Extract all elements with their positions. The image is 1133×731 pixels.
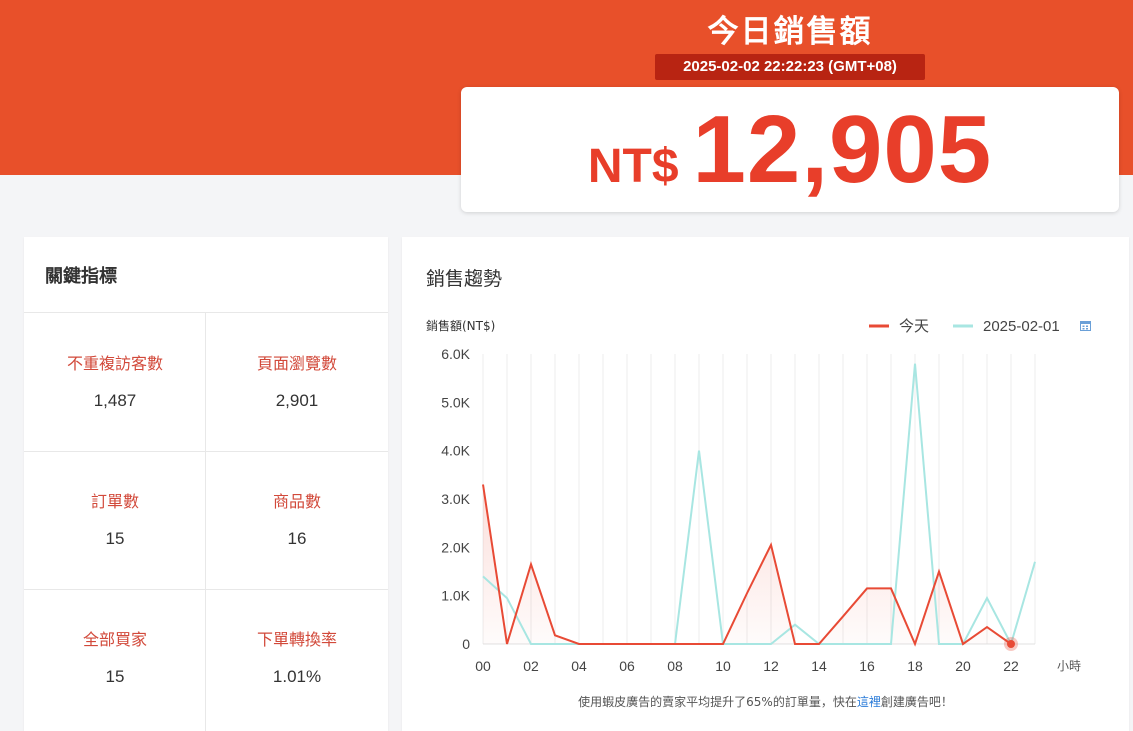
y-axis-title: 銷售額(NT$) bbox=[426, 318, 495, 333]
x-tick-label: 10 bbox=[715, 658, 731, 674]
x-tick-label: 06 bbox=[619, 658, 635, 674]
metric-value: 15 bbox=[105, 667, 125, 686]
ad-note: 使用蝦皮廣告的賣家平均提升了65%的訂單量，快在這裡創建廣告吧！ bbox=[402, 693, 1129, 710]
x-tick-label: 22 bbox=[1003, 658, 1019, 674]
ad-note-text: 使用蝦皮廣告的賣家平均提升了65%的訂單量，快在 bbox=[578, 695, 857, 709]
x-tick-label: 20 bbox=[955, 658, 971, 674]
metric-label: 不重複訪客數 bbox=[66, 354, 163, 373]
current-point-marker bbox=[1007, 640, 1015, 648]
x-tick-label: 12 bbox=[763, 658, 779, 674]
metric-buyers[interactable]: 全部買家 15 bbox=[24, 589, 206, 727]
metrics-title: 關鍵指標 bbox=[45, 266, 117, 287]
x-tick-label: 16 bbox=[859, 658, 875, 674]
metric-value: 1.01% bbox=[272, 667, 322, 686]
calendar-icon[interactable] bbox=[1080, 321, 1091, 331]
x-tick-label: 04 bbox=[571, 658, 587, 674]
x-tick-label: 08 bbox=[667, 658, 683, 674]
legend-label-yesterday: 2025-02-01 bbox=[983, 318, 1060, 335]
x-axis-title: 小時 bbox=[1057, 659, 1081, 673]
metric-value: 16 bbox=[287, 529, 307, 548]
x-tick-label: 14 bbox=[811, 658, 827, 674]
x-tick-label: 18 bbox=[907, 658, 923, 674]
sales-trend-panel: 銷售趨勢 0 1.0K 2.0K 3.0K 4.0K 5.0K 6.0K 00 02 04 06 08… bbox=[402, 237, 1129, 731]
sales-value: 12,905 bbox=[692, 96, 993, 203]
metric-value: 2,901 bbox=[275, 391, 319, 410]
metrics-grid: 不重複訪客數 1,487 頁面瀏覽數 2,901 訂單數 15 商品數 16 全… bbox=[24, 312, 388, 731]
sales-trend-chart: 0 1.0K 2.0K 3.0K 4.0K 5.0K 6.0K 00 02 04 06 08 10 12 1… bbox=[426, 317, 1091, 674]
metric-label: 下單轉換率 bbox=[256, 630, 337, 649]
metric-conversion-rate[interactable]: 下單轉換率 1.01% bbox=[206, 589, 388, 727]
y-tick-label: 2.0K bbox=[441, 539, 470, 555]
create-ad-link[interactable]: 這裡 bbox=[857, 695, 881, 709]
metric-label: 商品數 bbox=[272, 492, 321, 511]
legend-label-today: 今天 bbox=[899, 317, 929, 335]
key-metrics-panel: 關鍵指標 不重複訪客數 1,487 頁面瀏覽數 2,901 訂單數 15 商品數… bbox=[24, 237, 388, 731]
metric-products[interactable]: 商品數 16 bbox=[206, 451, 388, 589]
page-title: 今日銷售額 bbox=[707, 14, 873, 50]
y-tick-label: 3.0K bbox=[441, 491, 470, 507]
sales-currency: NT$ bbox=[587, 140, 679, 193]
y-tick-label: 4.0K bbox=[441, 443, 470, 459]
metric-label: 訂單數 bbox=[90, 492, 139, 511]
x-tick-label: 02 bbox=[523, 658, 539, 674]
x-tick-label: 00 bbox=[475, 658, 491, 674]
y-tick-label: 6.0K bbox=[441, 346, 470, 362]
metric-value: 15 bbox=[105, 529, 125, 548]
metric-unique-visitors[interactable]: 不重複訪客數 1,487 bbox=[24, 313, 206, 451]
metric-orders[interactable]: 訂單數 15 bbox=[24, 451, 206, 589]
metric-label: 全部買家 bbox=[82, 630, 147, 649]
sales-total-card: NT$ 12,905 bbox=[461, 87, 1119, 212]
metric-label: 頁面瀏覽數 bbox=[256, 354, 337, 373]
metric-value: 1,487 bbox=[93, 391, 137, 410]
ad-note-text-end: 創建廣告吧！ bbox=[880, 695, 953, 709]
y-tick-label: 0 bbox=[462, 636, 470, 652]
metric-page-views[interactable]: 頁面瀏覽數 2,901 bbox=[206, 313, 388, 451]
timestamp-badge: 2025-02-02 22:22:23 (GMT+08) bbox=[655, 54, 925, 80]
y-tick-label: 5.0K bbox=[441, 394, 470, 410]
y-tick-label: 1.0K bbox=[441, 588, 470, 604]
